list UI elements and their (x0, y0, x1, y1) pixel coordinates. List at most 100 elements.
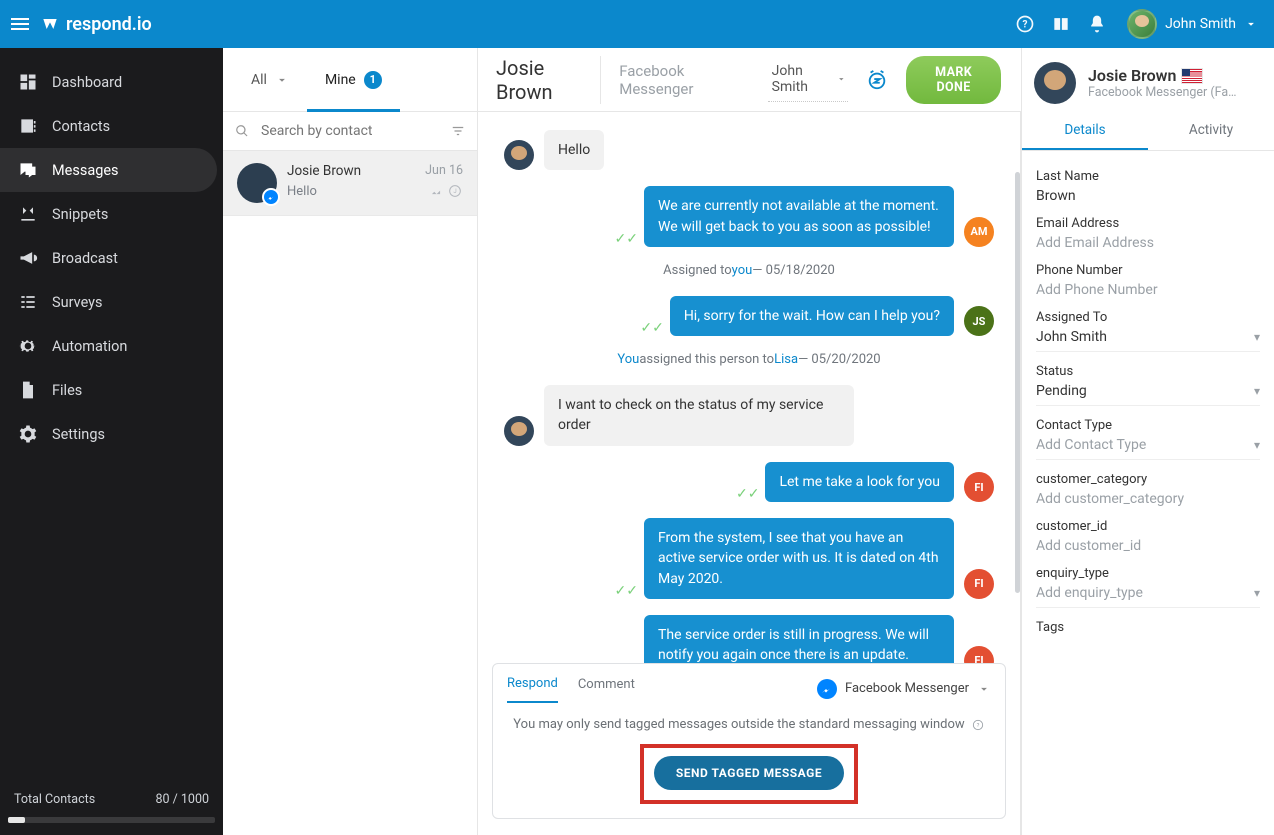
details-contact-name: Josie Brown (1088, 66, 1176, 85)
message-row: I want to check on the status of my serv… (504, 385, 994, 446)
message-bubble: Hi, sorry for the wait. How can I help y… (670, 296, 954, 336)
message-row: Hello (504, 130, 994, 170)
sidebar-item-files[interactable]: Files (0, 368, 217, 412)
assigned-dropdown[interactable]: John Smith▾ (1036, 325, 1260, 352)
contact-list-item[interactable]: Josie Brown Jun 16 Hello J (223, 151, 477, 216)
system-link[interactable]: you (732, 263, 753, 278)
sidebar-item-label: Settings (52, 426, 105, 443)
user-name: John Smith (1165, 16, 1236, 32)
last-name-value[interactable]: Brown (1036, 188, 1260, 204)
scrollbar[interactable] (1015, 172, 1020, 593)
contacts-counter: Total Contacts 80 / 1000 (0, 782, 223, 811)
field-label: Phone Number (1036, 263, 1260, 278)
user-menu[interactable]: John Smith (1127, 9, 1258, 39)
bell-icon[interactable] (1079, 6, 1115, 42)
chevron-down-icon (977, 682, 991, 696)
agent-avatar: AM (964, 217, 994, 247)
contact-type-dropdown[interactable]: Add Contact Type▾ (1036, 433, 1260, 460)
chevron-down-icon: ▾ (1254, 586, 1260, 600)
message-row: ✓✓ Hi, sorry for the wait. How can I hel… (504, 296, 994, 336)
snooze-button[interactable] (866, 66, 888, 94)
email-input[interactable]: Add Email Address (1036, 235, 1260, 251)
message-bubble: We are currently not available at the mo… (644, 186, 954, 247)
sidebar-item-settings[interactable]: Settings (0, 412, 217, 456)
details-tab-details[interactable]: Details (1022, 112, 1148, 150)
read-tick-icon: ✓✓ (736, 486, 759, 502)
sidebar-item-messages[interactable]: Messages (0, 148, 217, 192)
sidebar-item-contacts[interactable]: Contacts (0, 104, 217, 148)
phone-input[interactable]: Add Phone Number (1036, 282, 1260, 298)
enquiry-type-dropdown[interactable]: Add enquiry_type▾ (1036, 581, 1260, 608)
details-tab-activity[interactable]: Activity (1148, 112, 1274, 150)
sidebar-item-label: Surveys (52, 294, 103, 311)
composer-note: You may only send tagged messages outsid… (507, 717, 991, 732)
mark-done-button[interactable]: MARK DONE (906, 56, 1001, 104)
sidebar-item-dashboard[interactable]: Dashboard (0, 60, 217, 104)
customer-id-input[interactable]: Add customer_id (1036, 538, 1260, 554)
guide-icon[interactable] (1043, 6, 1079, 42)
conversation-channel: Facebook Messenger (619, 62, 731, 98)
assignee-dropdown[interactable]: John Smith (768, 57, 849, 102)
field-label: Last Name (1036, 169, 1260, 184)
agent-avatar: FI (964, 472, 994, 502)
sidebar-item-surveys[interactable]: Surveys (0, 280, 217, 324)
composer-tab-respond[interactable]: Respond (507, 674, 558, 703)
composer-channel-select[interactable]: Facebook Messenger (817, 679, 991, 699)
contact-avatar (1034, 62, 1076, 104)
composer-tab-comment[interactable]: Comment (578, 675, 635, 702)
system-link[interactable]: You (617, 352, 639, 367)
message-bubble: I want to check on the status of my serv… (544, 385, 854, 446)
conversation-title: Josie Brown (496, 56, 601, 104)
sidebar-item-label: Files (52, 382, 82, 399)
sidebar-item-label: Broadcast (52, 250, 118, 267)
field-label: Tags (1036, 620, 1260, 635)
field-label: Email Address (1036, 216, 1260, 231)
agent-avatar: FI (964, 569, 994, 599)
status-dropdown[interactable]: Pending▾ (1036, 379, 1260, 406)
chevron-down-icon: ▾ (1254, 330, 1260, 344)
system-event: Assigned to you — 05/18/2020 (504, 263, 994, 278)
customer-category-input[interactable]: Add customer_category (1036, 491, 1260, 507)
read-tick-icon: ✓✓ (615, 231, 638, 247)
assignee-icon: J (447, 183, 463, 199)
details-channel: Facebook Messenger (Fa… (1088, 85, 1237, 100)
chevron-down-icon: ▾ (1254, 438, 1260, 452)
menu-toggle[interactable] (8, 12, 32, 36)
contacts-meter (8, 817, 215, 823)
message-row: ✓✓ From the system, I see that you have … (504, 518, 994, 599)
svg-text:J: J (453, 188, 456, 195)
system-event: You assigned this person to Lisa — 05/20… (504, 352, 994, 367)
field-label: Status (1036, 364, 1260, 379)
sidebar-item-label: Messages (52, 162, 119, 179)
contact-avatar (237, 163, 277, 203)
contact-date: Jun 16 (425, 163, 463, 179)
sidebar-item-label: Contacts (52, 118, 110, 135)
message-row: ✓✓ Let me take a look for you FI (504, 462, 994, 502)
search-input[interactable] (259, 122, 441, 140)
sidebar-item-automation[interactable]: Automation (0, 324, 217, 368)
message-bubble: Hello (544, 130, 604, 170)
tab-all[interactable]: All (233, 48, 307, 111)
search-icon (235, 122, 249, 140)
mine-count-badge: 1 (364, 71, 382, 89)
contact-name: Josie Brown (287, 163, 361, 179)
logo: respond.io (40, 14, 152, 35)
contact-avatar (504, 140, 534, 170)
sidebar-item-snippets[interactable]: Snippets (0, 192, 217, 236)
filter-icon[interactable] (451, 122, 465, 140)
message-row: ✓✓ We are currently not available at the… (504, 186, 994, 247)
system-link[interactable]: Lisa (774, 352, 798, 367)
field-label: customer_id (1036, 519, 1260, 534)
help-icon[interactable]: ? (1007, 6, 1043, 42)
sidebar-item-broadcast[interactable]: Broadcast (0, 236, 217, 280)
sidebar-item-label: Dashboard (52, 74, 122, 91)
logo-text: respond.io (66, 14, 152, 35)
help-icon[interactable]: ? (971, 718, 985, 732)
sidebar-item-label: Automation (52, 338, 127, 355)
tab-mine[interactable]: Mine 1 (307, 48, 400, 111)
read-tick-icon: ✓✓ (640, 320, 663, 336)
field-label: Contact Type (1036, 418, 1260, 433)
sidebar-item-label: Snippets (52, 206, 108, 223)
send-tagged-message-button[interactable]: SEND TAGGED MESSAGE (654, 756, 844, 790)
chevron-down-icon (836, 72, 847, 86)
